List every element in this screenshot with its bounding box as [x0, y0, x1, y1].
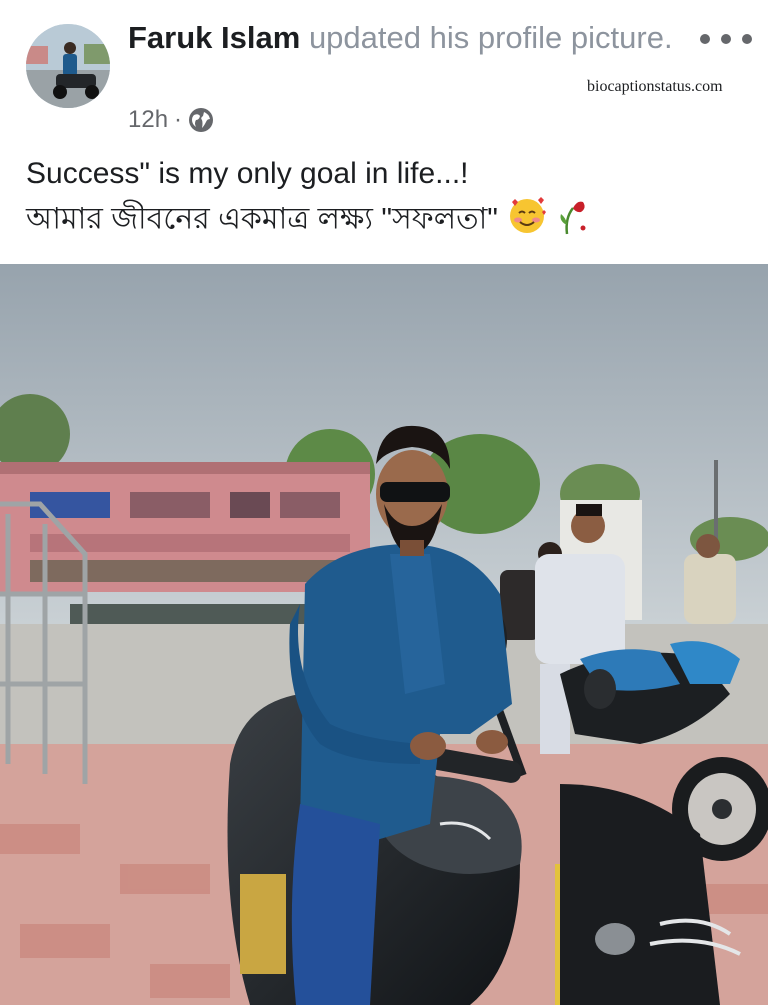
post-header: Faruk Islam updated his profile picture.… — [0, 0, 768, 262]
wilted-rose-emoji — [557, 194, 591, 247]
post-action-text: updated his profile picture. — [308, 20, 673, 55]
watermark-text: biocaptionstatus.com — [587, 78, 723, 95]
meta-separator: · — [174, 106, 183, 133]
post-title: Faruk Islam updated his profile picture. — [128, 18, 688, 57]
profile-avatar[interactable] — [26, 24, 110, 108]
post-meta: 12h · — [128, 103, 214, 137]
avatar-image — [26, 24, 110, 108]
author-name[interactable]: Faruk Islam — [128, 20, 300, 55]
smiling-face-with-hearts-emoji — [506, 194, 548, 247]
caption-line-english: Success" is my only goal in life...! — [26, 157, 469, 190]
post-caption: Success" is my only goal in life...! আমা… — [26, 154, 746, 247]
more-options-icon[interactable] — [700, 28, 752, 50]
post-time[interactable]: 12h — [128, 106, 168, 134]
caption-line-bengali: আমার জীবনের একমাত্র লক্ষ্য "সফলতা" — [26, 194, 746, 247]
caption-bengali-text: আমার জীবনের একমাত্র লক্ষ্য "সফলতা" — [26, 202, 498, 236]
profile-picture-photo[interactable] — [0, 264, 768, 1005]
globe-icon[interactable] — [188, 107, 214, 133]
